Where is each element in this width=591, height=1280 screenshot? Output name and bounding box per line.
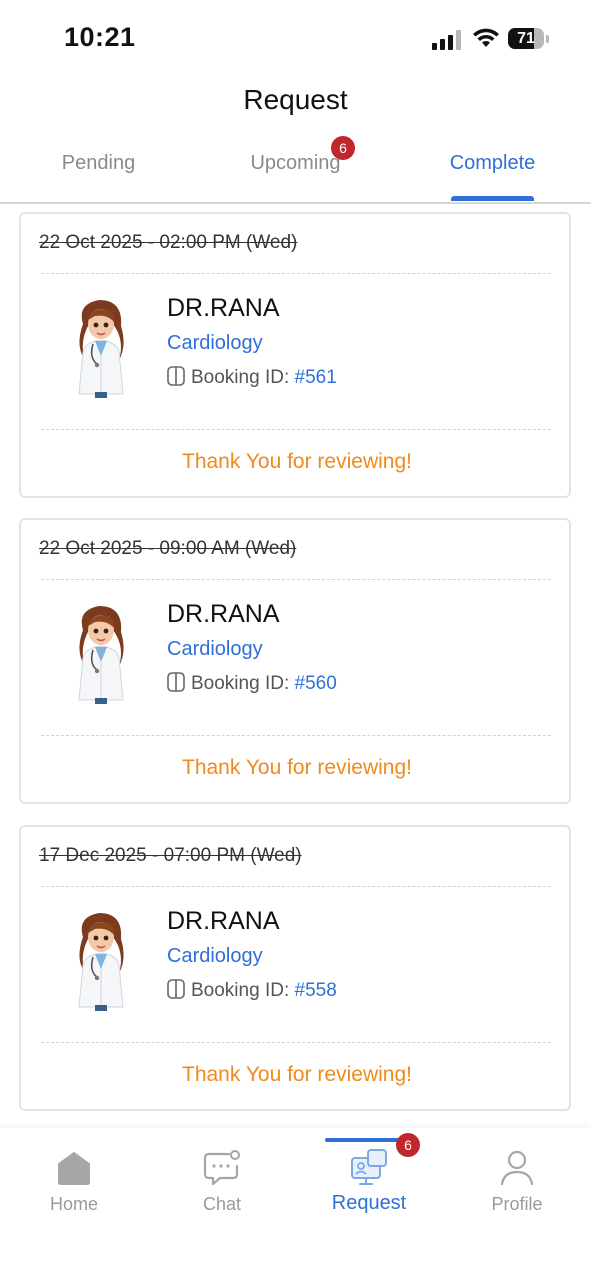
doctor-name: DR.RANA [167,907,280,935]
status-bar: 10:21 71 [0,0,591,80]
doctor-specialty: Cardiology [167,945,263,967]
booking-info: Booking ID: #560 [167,672,337,695]
review-thanks-message: Thank You for reviewing! [182,1063,412,1086]
booking-id-label: Booking ID: [191,367,290,388]
doctor-avatar [69,907,133,1013]
booking-id-value: #561 [294,367,337,388]
nav-profile[interactable]: Profile [443,1128,591,1238]
cellular-signal-icon [432,30,461,50]
nav-request[interactable]: Request [295,1128,443,1238]
tab-complete[interactable]: Complete [394,152,591,175]
divider [41,886,551,887]
tab-pending[interactable]: Pending [0,152,197,175]
doctor-avatar [69,600,133,706]
doctor-specialty: Cardiology [167,332,263,354]
doctor-specialty: Cardiology [167,638,263,660]
booking-id-value: #558 [294,980,337,1001]
divider [41,273,551,274]
booking-id-label: Booking ID: [191,980,290,1001]
booking-id-value: #560 [294,673,337,694]
nav-chat-label: Chat [202,1194,242,1214]
nav-home[interactable]: Home [0,1128,148,1238]
request-card[interactable]: 22 Oct 2025 - 02:00 PM (Wed) DR.RANA Card… [19,212,571,498]
request-card[interactable]: 17 Dec 2025 - 07:00 PM (Wed) DR.RANA Card… [19,825,571,1111]
review-thanks-message: Thank You for reviewing! [182,756,412,779]
request-tabs: Pending Upcoming Complete [0,140,591,204]
page-title: Request [243,84,348,115]
wifi-icon [473,28,499,47]
divider [41,735,551,736]
status-time: 10:21 [64,22,136,52]
review-thanks-message: Thank You for reviewing! [182,450,412,473]
appointment-date: 22 Oct 2025 - 09:00 AM (Wed) [39,538,297,559]
booking-info: Booking ID: #558 [167,979,337,1002]
booking-id-icon [167,979,185,999]
nav-home-label: Home [49,1194,98,1214]
chat-icon [203,1150,240,1186]
request-icon [351,1149,387,1185]
appointment-date: 17 Dec 2025 - 07:00 PM (Wed) [39,845,302,866]
appointment-date: 22 Oct 2025 - 02:00 PM (Wed) [39,232,298,253]
upcoming-count-badge: 6 [331,136,355,160]
booking-info: Booking ID: #561 [167,366,337,389]
battery-icon: 71 [508,28,550,50]
doctor-name: DR.RANA [167,294,280,322]
tab-upcoming[interactable]: Upcoming [197,152,394,175]
divider [41,579,551,580]
battery-level: 71 [517,30,535,47]
nav-chat[interactable]: Chat [148,1128,296,1238]
divider [41,1042,551,1043]
active-tab-indicator [451,196,534,201]
nav-request-label: Request [331,1192,407,1214]
booking-id-label: Booking ID: [191,673,290,694]
nav-profile-label: Profile [491,1194,543,1214]
divider [41,429,551,430]
doctor-avatar [69,294,133,400]
booking-id-icon [167,366,185,386]
home-icon [58,1152,90,1185]
request-card[interactable]: 22 Oct 2025 - 09:00 AM (Wed) DR.RANA Card… [19,518,571,804]
profile-icon [500,1150,534,1186]
doctor-name: DR.RANA [167,600,280,628]
request-count-badge: 6 [396,1133,420,1157]
bottom-navigation: Home Chat Request Profile [0,1128,591,1280]
booking-id-icon [167,672,185,692]
